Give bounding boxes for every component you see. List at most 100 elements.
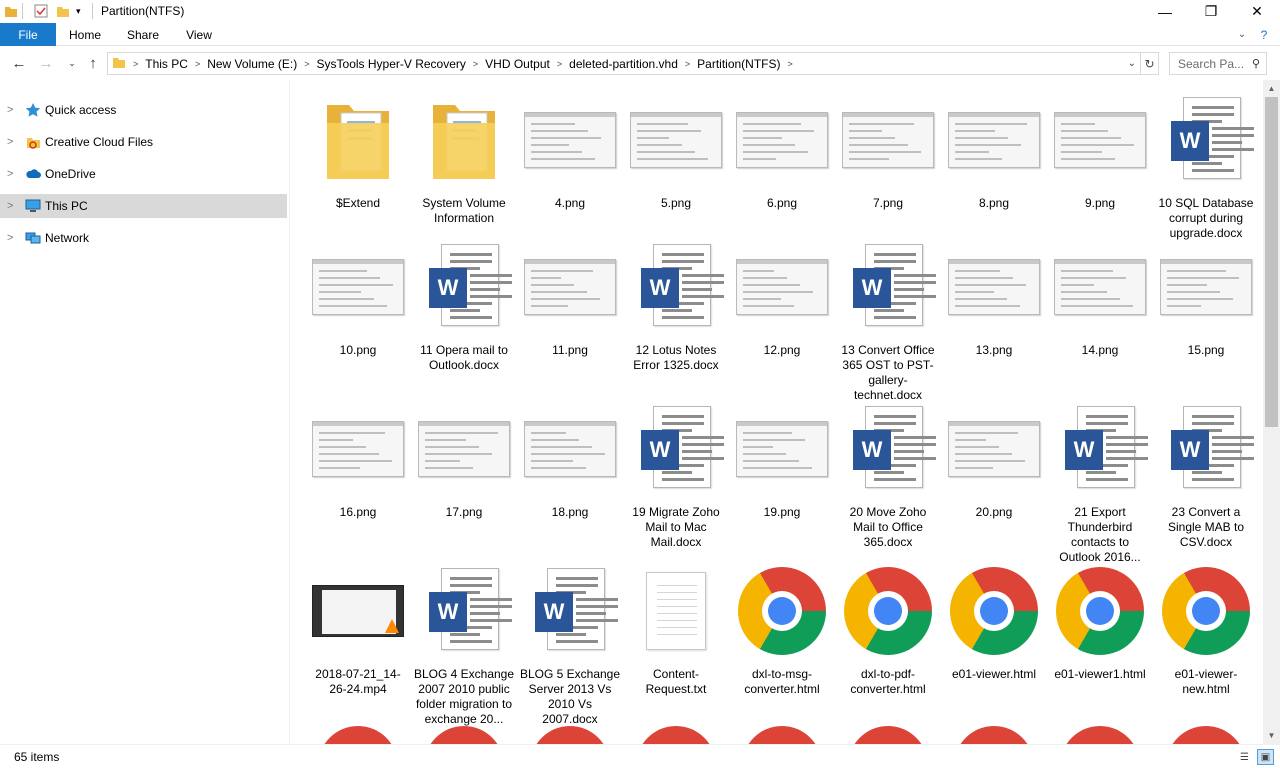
file-thumbnail[interactable] — [519, 239, 621, 335]
sidebar-item-onedrive[interactable]: > OneDrive — [0, 162, 287, 186]
details-view-icon[interactable]: ☰ — [1236, 749, 1253, 765]
file-thumbnail[interactable] — [519, 92, 621, 188]
file-name[interactable]: 2018-07-21_14-26-24.mp4 — [307, 667, 409, 697]
chevron-right-icon[interactable]: > — [7, 104, 13, 116]
chevron-right-icon[interactable]: > — [192, 59, 203, 69]
file-item[interactable]: 13.png — [943, 239, 1045, 389]
up-button[interactable]: ↑ — [84, 54, 102, 72]
file-thumbnail[interactable]: W — [519, 563, 621, 659]
file-item[interactable]: dxl-to-msg-converter.html — [731, 563, 833, 713]
customize-toolbar-icon[interactable]: ▾ — [76, 3, 81, 19]
file-thumbnail[interactable] — [943, 239, 1045, 335]
file-name[interactable]: 5.png — [625, 196, 727, 211]
file-item[interactable]: 10.png — [307, 239, 409, 389]
file-name[interactable]: 10.png — [307, 343, 409, 358]
file-item[interactable]: W 12 Lotus Notes Error 1325.docx — [625, 239, 727, 389]
file-name[interactable]: 7.png — [837, 196, 939, 211]
file-item[interactable]: W 13 Convert Office 365 OST to PST-galler… — [837, 239, 939, 402]
file-name[interactable]: 6.png — [731, 196, 833, 211]
file-name[interactable]: 20.png — [943, 505, 1045, 520]
tab-share[interactable]: Share — [118, 23, 168, 46]
file-item[interactable]: 14.png — [1049, 239, 1151, 389]
file-item[interactable]: 7.png — [837, 92, 939, 242]
file-thumbnail[interactable] — [625, 563, 727, 659]
file-name[interactable]: 19.png — [731, 505, 833, 520]
tab-file[interactable]: File — [0, 23, 56, 46]
file-name[interactable]: 21 Export Thunderbird contacts to Outloo… — [1049, 505, 1151, 565]
file-name[interactable]: 17.png — [413, 505, 515, 520]
file-thumbnail[interactable] — [1049, 239, 1151, 335]
file-name[interactable]: e01-viewer1.html — [1049, 667, 1151, 682]
file-name[interactable]: $Extend — [307, 196, 409, 211]
file-name[interactable]: dxl-to-msg-converter.html — [731, 667, 833, 697]
vertical-scrollbar[interactable]: ▲ ▼ — [1263, 80, 1280, 744]
file-item[interactable]: 16.png — [307, 401, 409, 551]
file-name[interactable]: Content-Request.txt — [625, 667, 727, 697]
forward-button[interactable]: → — [37, 54, 55, 72]
chevron-right-icon[interactable]: > — [682, 59, 693, 69]
file-thumbnail[interactable] — [1155, 563, 1257, 659]
file-item[interactable]: 4.png — [519, 92, 621, 242]
file-thumbnail[interactable] — [413, 92, 515, 188]
file-thumbnail[interactable] — [1049, 92, 1151, 188]
tab-home[interactable]: Home — [60, 23, 110, 46]
file-item[interactable]: 12.png — [731, 239, 833, 389]
file-item[interactable]: $Extend — [307, 92, 409, 242]
close-button[interactable]: ✕ — [1234, 0, 1280, 23]
file-item[interactable]: W 20 Move Zoho Mail to Office 365.docx — [837, 401, 939, 551]
file-item[interactable]: 15.png — [1155, 239, 1257, 389]
chevron-right-icon[interactable]: > — [7, 232, 13, 244]
file-item[interactable]: 9.png — [1049, 92, 1151, 242]
chrome-icon[interactable] — [742, 726, 822, 744]
file-name[interactable]: 10 SQL Database corrupt during upgrade.d… — [1155, 196, 1257, 241]
file-thumbnail[interactable]: W — [413, 239, 515, 335]
file-thumbnail[interactable] — [307, 92, 409, 188]
chrome-icon[interactable] — [424, 726, 504, 744]
file-thumbnail[interactable] — [625, 92, 727, 188]
file-thumbnail[interactable]: W — [413, 563, 515, 659]
chevron-right-icon[interactable]: > — [130, 59, 141, 69]
file-item[interactable]: 18.png — [519, 401, 621, 551]
sidebar-item-this-pc[interactable]: > This PC — [0, 194, 287, 218]
large-icons-view-icon[interactable]: ▣ — [1257, 749, 1274, 765]
file-item[interactable]: 17.png — [413, 401, 515, 551]
file-name[interactable]: dxl-to-pdf-converter.html — [837, 667, 939, 697]
file-thumbnail[interactable] — [307, 563, 409, 659]
search-input[interactable]: Search Pa... ⚲ — [1169, 52, 1267, 75]
file-thumbnail[interactable] — [837, 92, 939, 188]
sidebar-item-creative-cloud[interactable]: > Creative Cloud Files — [0, 130, 287, 154]
tab-view[interactable]: View — [176, 23, 222, 46]
chevron-right-icon[interactable]: > — [7, 136, 13, 148]
file-thumbnail[interactable] — [837, 563, 939, 659]
file-item[interactable]: W 19 Migrate Zoho Mail to Mac Mail.docx — [625, 401, 727, 551]
chrome-icon[interactable] — [848, 726, 928, 744]
maximize-button[interactable]: ❐ — [1188, 0, 1234, 23]
sidebar-item-network[interactable]: > Network — [0, 226, 287, 250]
crumb-systools[interactable]: SysTools Hyper-V Recovery — [313, 57, 470, 71]
chrome-icon[interactable] — [1060, 726, 1140, 744]
file-name[interactable]: 11 Opera mail to Outlook.docx — [413, 343, 515, 373]
file-thumbnail[interactable] — [731, 563, 833, 659]
file-thumbnail[interactable] — [307, 401, 409, 497]
file-name[interactable]: 12.png — [731, 343, 833, 358]
file-name[interactable]: 4.png — [519, 196, 621, 211]
file-item[interactable]: 20.png — [943, 401, 1045, 551]
chrome-icon[interactable] — [954, 726, 1034, 744]
crumb-partition[interactable]: Partition(NTFS) — [693, 57, 784, 71]
back-button[interactable]: ← — [10, 54, 28, 72]
file-thumbnail[interactable]: W — [1155, 92, 1257, 188]
chevron-right-icon[interactable]: > — [7, 200, 13, 212]
chrome-icon[interactable] — [530, 726, 610, 744]
properties-icon[interactable] — [34, 3, 48, 19]
chevron-right-icon[interactable]: > — [301, 59, 312, 69]
file-name[interactable]: 18.png — [519, 505, 621, 520]
scroll-up-icon[interactable]: ▲ — [1263, 80, 1280, 97]
file-item[interactable]: e01-viewer1.html — [1049, 563, 1151, 713]
file-item[interactable]: 6.png — [731, 92, 833, 242]
file-name[interactable]: 13 Convert Office 365 OST to PST-gallery… — [837, 343, 939, 403]
file-item[interactable]: 19.png — [731, 401, 833, 551]
file-thumbnail[interactable] — [307, 239, 409, 335]
file-name[interactable]: 20 Move Zoho Mail to Office 365.docx — [837, 505, 939, 550]
file-name[interactable]: 9.png — [1049, 196, 1151, 211]
file-item[interactable]: 2018-07-21_14-26-24.mp4 — [307, 563, 409, 713]
